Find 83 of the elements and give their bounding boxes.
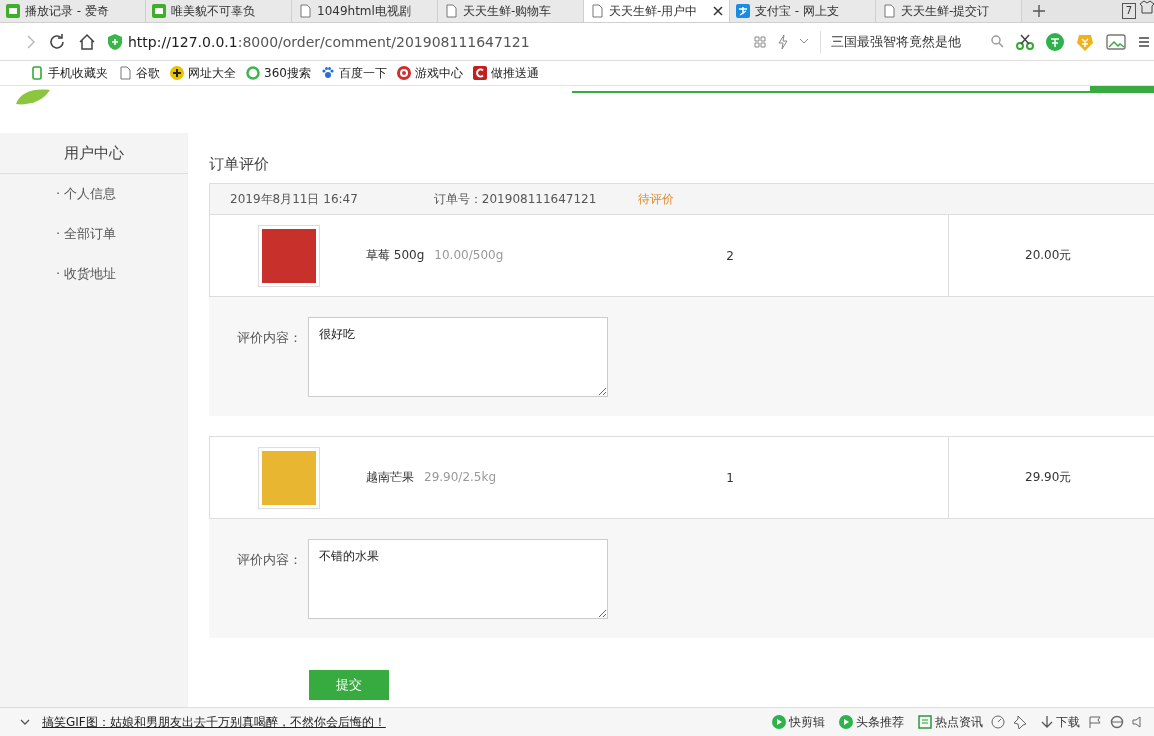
- sidebar-link[interactable]: · 收货地址: [0, 254, 188, 294]
- bookmark-link[interactable]: 游戏中心: [414, 64, 463, 82]
- shield-icon: [108, 33, 122, 50]
- comment-field[interactable]: 不错的水果: [308, 539, 608, 619]
- unit-price: 10.00/500g: [434, 248, 504, 262]
- flag-icon[interactable]: [1088, 715, 1102, 729]
- search-field[interactable]: 三国最强智将竟然是他: [831, 32, 961, 51]
- speed-icon[interactable]: [991, 715, 1005, 729]
- video-icon: [6, 4, 20, 18]
- home-icon[interactable]: [78, 32, 96, 51]
- sidebar-title: 用户中心: [0, 133, 188, 174]
- product-name: 草莓 500g: [366, 248, 425, 262]
- forward-icon[interactable]: [26, 33, 36, 50]
- game-icon: [396, 66, 411, 80]
- order-date: 2019年8月11日 16:47: [230, 190, 358, 208]
- bookmark-link[interactable]: 谷歌: [136, 64, 160, 82]
- browser-tab[interactable]: 1049html电视剧: [292, 0, 438, 22]
- page-icon: [444, 4, 458, 18]
- url-field[interactable]: http://127.0.0.1:8000/order/comment/201908111647121: [128, 33, 530, 50]
- grid-icon[interactable]: [754, 35, 766, 48]
- toolbar-link[interactable]: 热点资讯: [935, 713, 983, 731]
- reload-icon[interactable]: [48, 32, 66, 51]
- shirt-icon[interactable]: [1140, 0, 1154, 14]
- page-title: 订单评价: [209, 153, 270, 175]
- translate-icon[interactable]: [1046, 32, 1064, 51]
- subtotal: 20.00元: [1025, 247, 1072, 264]
- browser-tab[interactable]: 天天生鲜-购物车: [438, 0, 584, 22]
- quantity: 1: [726, 470, 734, 485]
- page-icon: [882, 4, 896, 18]
- ring-icon: [246, 66, 260, 80]
- pin-icon[interactable]: [1013, 715, 1027, 729]
- page-icon: [118, 66, 132, 80]
- browser-tab[interactable]: 播放记录 - 爱奇: [0, 0, 146, 22]
- c-icon: [472, 66, 487, 80]
- payment-icon: [736, 4, 750, 18]
- chevron-icon[interactable]: [20, 718, 30, 726]
- bookmark-link[interactable]: 百度一下: [338, 64, 387, 82]
- page-icon: [298, 4, 312, 18]
- plus-icon: [170, 66, 184, 80]
- toolbar-link[interactable]: 快剪辑: [789, 713, 825, 731]
- photo-placeholder: [262, 450, 316, 505]
- browser-tab[interactable]: 唯美貌不可辜负: [146, 0, 292, 22]
- bookmark-link[interactable]: 手机收藏夹: [48, 64, 108, 82]
- tab-count[interactable]: 7: [1121, 3, 1136, 19]
- download-icon: [1041, 715, 1053, 729]
- play-icon: [772, 715, 786, 729]
- sidebar-link[interactable]: · 全部订单: [0, 214, 188, 254]
- video-icon: [152, 4, 166, 18]
- paw-icon: [320, 66, 335, 80]
- browser-tab[interactable]: 天天生鲜-用户中: [584, 0, 730, 22]
- browser-tab[interactable]: 天天生鲜-提交订: [876, 0, 1022, 22]
- comment-label: 评价内容：: [237, 329, 302, 347]
- bookmark-link[interactable]: 网址大全: [188, 64, 236, 82]
- close-icon[interactable]: [713, 6, 723, 16]
- image-icon[interactable]: [1106, 33, 1126, 50]
- new-tab-icon[interactable]: [1032, 4, 1046, 18]
- search-icon[interactable]: [991, 35, 1004, 48]
- news-icon: [918, 715, 932, 729]
- browser-tab[interactable]: 支付宝 - 网上支: [730, 0, 876, 22]
- page-icon: [590, 4, 604, 18]
- toolbar-link[interactable]: 头条推荐: [856, 713, 904, 731]
- coin-icon[interactable]: [1076, 32, 1094, 51]
- phone-icon: [30, 66, 44, 80]
- menu-icon[interactable]: [1138, 35, 1150, 48]
- caret-icon[interactable]: [800, 39, 808, 44]
- play-icon: [839, 715, 853, 729]
- photo-placeholder: [262, 228, 316, 283]
- news-link[interactable]: 搞笑GIF图：姑娘和男朋友出去千万别真喝醉，不然你会后悔的！: [42, 713, 386, 731]
- scissors-icon[interactable]: [1016, 33, 1034, 50]
- product-name: 越南芒果: [366, 470, 414, 484]
- bookmark-link[interactable]: 360搜索: [264, 64, 311, 82]
- order-number: 订单号：201908111647121: [433, 190, 597, 208]
- comment-label: 评价内容：: [237, 551, 302, 569]
- quantity: 2: [726, 248, 734, 263]
- order-status: 待评价: [638, 190, 675, 208]
- download-link[interactable]: 下载: [1056, 713, 1080, 731]
- unit-price: 29.90/2.5kg: [424, 470, 497, 484]
- lightning-icon[interactable]: [778, 34, 788, 49]
- browser-icon[interactable]: [1110, 715, 1124, 729]
- bookmark-link[interactable]: 做推送通: [490, 64, 539, 82]
- subtotal: 29.90元: [1025, 469, 1072, 486]
- sidebar-link[interactable]: · 个人信息: [0, 174, 188, 214]
- comment-field[interactable]: 很好吃: [308, 317, 608, 397]
